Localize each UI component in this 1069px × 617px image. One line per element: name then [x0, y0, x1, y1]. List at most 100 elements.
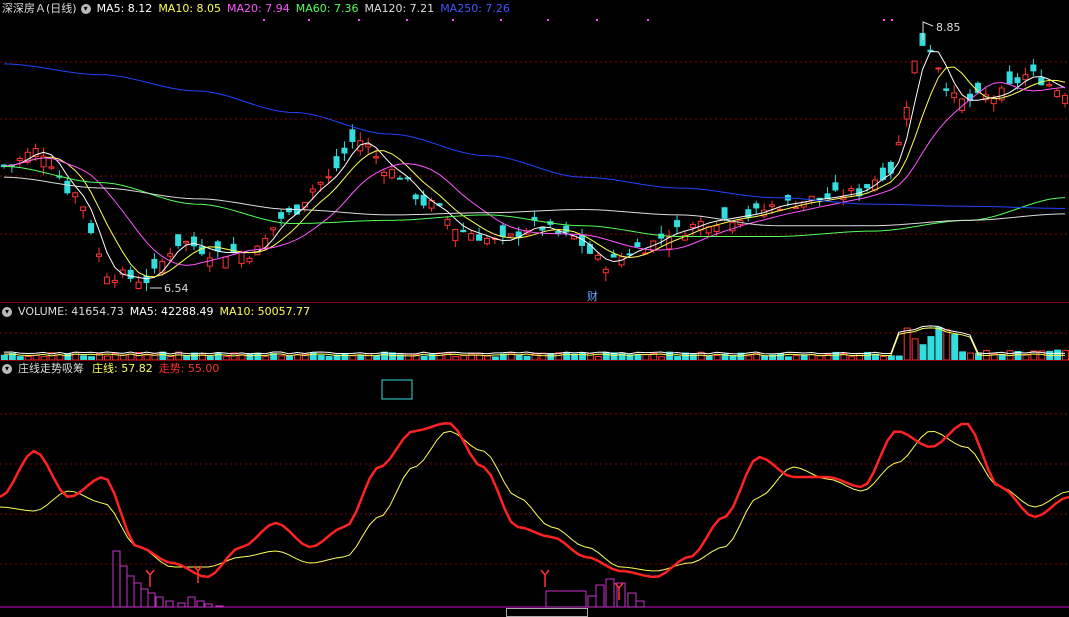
candle-body [72, 192, 79, 198]
volume-bar [602, 351, 610, 360]
candle-body [1062, 94, 1069, 104]
candle-body [476, 234, 483, 241]
signal-dot [358, 19, 360, 21]
candle-body [80, 206, 87, 211]
signal-dot [647, 19, 649, 21]
absorption-bar [635, 600, 645, 608]
volume-ma5-label: MA5: 42288.49 [129, 305, 214, 318]
signal-dot [883, 19, 885, 21]
candle-body [119, 269, 126, 275]
signal-dot [500, 19, 502, 21]
indicator-chart[interactable] [0, 361, 1069, 617]
stock-name: 深深房Ａ(日线) [2, 2, 77, 15]
candle-body [88, 223, 95, 234]
absorption-bar [545, 590, 587, 608]
settings-icon[interactable]: ▾ [80, 4, 91, 14]
ma250-line [3, 63, 1066, 209]
candle-body [563, 225, 570, 233]
candle-body [214, 241, 221, 252]
candle-body [444, 218, 451, 226]
price-header: 深深房Ａ(日线) ▾ MA5: 8.12 MA10: 8.05 MA20: 7.94 MA… [2, 2, 516, 16]
candle-body [420, 194, 427, 206]
candle-body [1030, 64, 1037, 72]
candle-body [943, 88, 950, 91]
buy-arrow [145, 569, 155, 587]
volume-bar [911, 338, 919, 360]
volume-settings-icon[interactable]: ▾ [2, 307, 12, 317]
volume-bar [151, 352, 159, 360]
candle-body [151, 259, 158, 269]
candle-body [222, 256, 229, 269]
indicator-panel[interactable]: ▾ 庄线走势吸筹 庄线: 57.82 走势: 55.00 [0, 361, 1069, 617]
candle-body [674, 220, 681, 228]
absorption-bar [627, 592, 637, 608]
candle-body [325, 176, 332, 179]
signal-dot [891, 19, 893, 21]
ma120-label: MA120: 7.21 [364, 2, 435, 15]
zoushi-label: 走势: 55.00 [158, 362, 220, 375]
volume-bar [72, 351, 80, 360]
absorption-bar [215, 605, 224, 608]
candle-body [48, 166, 55, 169]
absorption-bar [126, 575, 135, 608]
candle-body [262, 237, 269, 249]
indicator-header: ▾ 庄线走势吸筹 庄线: 57.82 走势: 55.00 [2, 362, 225, 376]
volume-bar [959, 351, 967, 360]
candle-body [349, 129, 356, 142]
candle-body [848, 188, 855, 192]
candle-body [753, 203, 760, 209]
absorption-bar [187, 596, 196, 608]
candle-body [111, 279, 118, 283]
ma20-label: MA20: 7.94 [227, 2, 290, 15]
ma5-label: MA5: 8.12 [96, 2, 153, 15]
candlestick-chart[interactable] [0, 0, 1069, 302]
ma5-line [3, 50, 1066, 280]
absorption-bar [155, 596, 164, 608]
ma250-label: MA250: 7.26 [440, 2, 510, 15]
candle-body [911, 60, 918, 74]
candle-body [16, 157, 23, 162]
candle-body [713, 225, 720, 233]
candle-body [357, 140, 364, 152]
volume-bar [967, 352, 974, 360]
absorption-bar [177, 602, 186, 608]
candle-body [317, 181, 324, 185]
candle-body [175, 234, 182, 247]
candle-body [333, 156, 340, 169]
candle-body [634, 242, 641, 248]
candle-body [341, 147, 348, 154]
absorption-bar [204, 603, 213, 608]
candle-body [64, 180, 71, 194]
volume-panel[interactable]: ▾ VOLUME: 41654.73 MA5: 42288.49 MA10: 5005… [0, 303, 1069, 360]
absorption-bar [133, 582, 142, 608]
absorption-bar [140, 588, 149, 608]
candle-body [246, 257, 253, 263]
absorption-bar [119, 565, 128, 608]
volume-bar [935, 326, 943, 360]
candle-body [103, 276, 110, 285]
zoushi-line [0, 422, 1069, 579]
price-panel[interactable]: 深深房Ａ(日线) ▾ MA5: 8.12 MA10: 8.05 MA20: 7.94 MA… [0, 0, 1069, 303]
low-price-label: 6.54 [164, 282, 189, 295]
candle-body [602, 268, 609, 274]
candle-body [792, 206, 799, 210]
candle-body [1046, 83, 1053, 87]
candle-body [895, 141, 902, 146]
candle-body [539, 227, 546, 231]
candle-body [452, 228, 459, 242]
candle-body [183, 240, 190, 244]
candle-body [610, 253, 617, 258]
candle-body [373, 156, 380, 159]
candle-body [832, 182, 839, 191]
volume-bar [943, 329, 951, 360]
indicator-settings-icon[interactable]: ▾ [2, 364, 12, 374]
ma10-line [3, 66, 1066, 278]
candle-body [951, 92, 958, 99]
volume-bar [254, 352, 262, 360]
candle-body [594, 254, 601, 260]
volume-label: VOLUME: 41654.73 [18, 305, 124, 318]
ma10-label: MA10: 8.05 [158, 2, 222, 15]
candle-body [143, 275, 150, 284]
buy-arrow [540, 569, 550, 587]
candle-body [191, 236, 198, 247]
